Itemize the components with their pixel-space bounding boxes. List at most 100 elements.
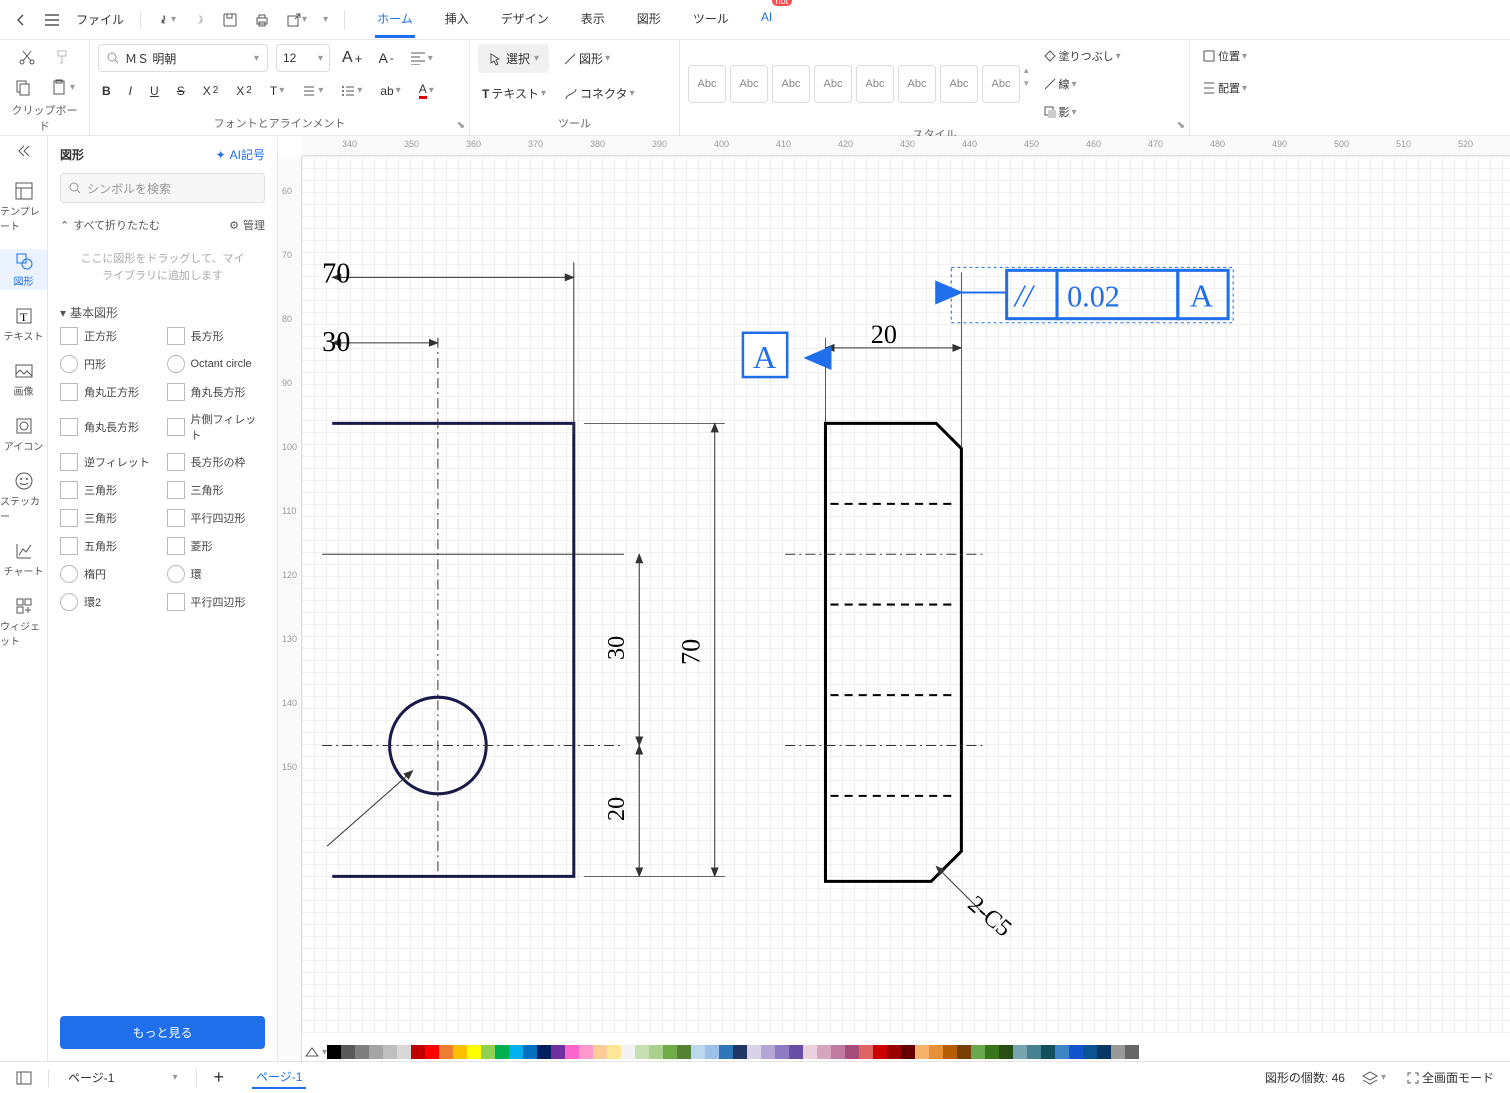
color-swatch[interactable]: [397, 1045, 411, 1059]
shape-item[interactable]: 五角形: [60, 537, 159, 555]
color-swatch[interactable]: [1013, 1045, 1027, 1059]
collapse-all-button[interactable]: ⌃ すべて折りたたむ: [60, 217, 160, 233]
color-swatch[interactable]: [565, 1045, 579, 1059]
position-button[interactable]: 位置▾: [1198, 44, 1251, 68]
sidebar-template[interactable]: テンプレート: [0, 179, 47, 235]
tab-insert[interactable]: 挿入: [443, 2, 471, 38]
style-gallery[interactable]: Abc Abc Abc Abc Abc Abc Abc Abc ▴▾: [688, 65, 1029, 103]
sidebar-image[interactable]: 画像: [0, 359, 47, 400]
cut-button[interactable]: [14, 44, 40, 70]
color-swatch[interactable]: [957, 1045, 971, 1059]
color-swatch[interactable]: [481, 1045, 495, 1059]
color-swatch[interactable]: [887, 1045, 901, 1059]
color-swatch[interactable]: [649, 1045, 663, 1059]
fullscreen-button[interactable]: 全画面モード: [1402, 1065, 1498, 1090]
shape-item[interactable]: 平行四辺形: [167, 593, 266, 611]
color-swatch[interactable]: [691, 1045, 705, 1059]
italic-button[interactable]: I: [125, 80, 136, 102]
color-swatch[interactable]: [761, 1045, 775, 1059]
color-swatch[interactable]: [747, 1045, 761, 1059]
color-swatch[interactable]: [355, 1045, 369, 1059]
copy-button[interactable]: [10, 74, 36, 100]
color-swatch[interactable]: [789, 1045, 803, 1059]
color-swatch[interactable]: [467, 1045, 481, 1059]
sidebar-shapes[interactable]: 図形: [0, 249, 47, 290]
shape-item[interactable]: 円形: [60, 355, 159, 373]
color-swatch[interactable]: [845, 1045, 859, 1059]
tab-home[interactable]: ホーム: [375, 2, 415, 38]
style-preset[interactable]: Abc: [772, 65, 810, 103]
color-swatch[interactable]: [719, 1045, 733, 1059]
color-swatch[interactable]: [453, 1045, 467, 1059]
strike-button[interactable]: S: [173, 80, 189, 102]
font-color-button[interactable]: A▾: [415, 78, 438, 103]
shape-item[interactable]: 長方形: [167, 327, 266, 345]
page-layout-icon[interactable]: [12, 1067, 36, 1089]
subscript-button[interactable]: X2: [232, 80, 256, 102]
color-swatch[interactable]: [439, 1045, 453, 1059]
expand-style-icon[interactable]: ⬊: [1177, 120, 1185, 131]
sidebar-icon[interactable]: アイコン: [0, 414, 47, 455]
style-preset[interactable]: Abc: [688, 65, 726, 103]
color-swatch[interactable]: [873, 1045, 887, 1059]
style-preset[interactable]: Abc: [814, 65, 852, 103]
color-swatch[interactable]: [1097, 1045, 1111, 1059]
color-swatch[interactable]: [901, 1045, 915, 1059]
manage-button[interactable]: ⚙ 管理: [229, 217, 265, 233]
align-button[interactable]: ▾: [406, 47, 437, 69]
shape-item[interactable]: 逆フィレット: [60, 453, 159, 471]
color-palette[interactable]: ▾: [302, 1043, 1510, 1061]
undo-button[interactable]: ▾: [151, 9, 182, 31]
color-swatch[interactable]: [621, 1045, 635, 1059]
layers-icon[interactable]: ▾: [1357, 1066, 1390, 1090]
text-style-button[interactable]: ab▾: [376, 80, 404, 102]
style-preset[interactable]: Abc: [982, 65, 1020, 103]
collapse-sidebar-icon[interactable]: [16, 144, 32, 161]
more-button[interactable]: ▾: [317, 10, 334, 29]
color-swatch[interactable]: [985, 1045, 999, 1059]
shape-item[interactable]: 環2: [60, 593, 159, 611]
tab-tool[interactable]: ツール: [691, 2, 731, 38]
tab-design[interactable]: デザイン: [499, 2, 551, 38]
color-swatch[interactable]: [775, 1045, 789, 1059]
save-button[interactable]: [216, 8, 244, 32]
color-swatch[interactable]: [915, 1045, 929, 1059]
color-swatch[interactable]: [943, 1045, 957, 1059]
color-swatch[interactable]: [635, 1045, 649, 1059]
paste-button[interactable]: ▾: [46, 74, 79, 100]
color-swatch[interactable]: [663, 1045, 677, 1059]
color-swatch[interactable]: [971, 1045, 985, 1059]
underline-button[interactable]: U: [146, 80, 163, 102]
color-swatch[interactable]: [523, 1045, 537, 1059]
gallery-up-icon[interactable]: ▴: [1024, 65, 1029, 76]
font-size-select[interactable]: 12▾: [276, 44, 330, 72]
gallery-down-icon[interactable]: ▾: [1024, 78, 1029, 89]
color-swatch[interactable]: [411, 1045, 425, 1059]
color-swatch[interactable]: [733, 1045, 747, 1059]
bold-button[interactable]: B: [98, 80, 115, 102]
color-swatch[interactable]: [677, 1045, 691, 1059]
page-select[interactable]: ページ-1▾: [61, 1066, 184, 1089]
color-swatch[interactable]: [593, 1045, 607, 1059]
color-swatch[interactable]: [859, 1045, 873, 1059]
color-swatch[interactable]: [383, 1045, 397, 1059]
font-shrink-button[interactable]: A-: [374, 46, 397, 70]
color-swatch[interactable]: [369, 1045, 383, 1059]
color-swatch[interactable]: [341, 1045, 355, 1059]
style-preset[interactable]: Abc: [856, 65, 894, 103]
tab-shape[interactable]: 図形: [635, 2, 663, 38]
shape-item[interactable]: 環: [167, 565, 266, 583]
sidebar-sticker[interactable]: ステッカー: [0, 469, 47, 525]
shape-tool-button[interactable]: 図形▾: [559, 44, 614, 73]
shape-item[interactable]: 三角形: [60, 481, 159, 499]
shape-item[interactable]: 片側フィレット: [167, 411, 266, 443]
sidebar-widget[interactable]: ウィジェット: [0, 594, 47, 650]
text-direction-button[interactable]: T▾: [266, 80, 288, 102]
sidebar-chart[interactable]: チャート: [0, 539, 47, 580]
line-spacing-button[interactable]: ▾: [298, 80, 327, 102]
color-swatch[interactable]: [929, 1045, 943, 1059]
format-painter-button[interactable]: [50, 44, 76, 70]
shape-item[interactable]: 正方形: [60, 327, 159, 345]
select-tool-button[interactable]: 選択▾: [478, 44, 549, 73]
redo-button[interactable]: [186, 9, 212, 31]
